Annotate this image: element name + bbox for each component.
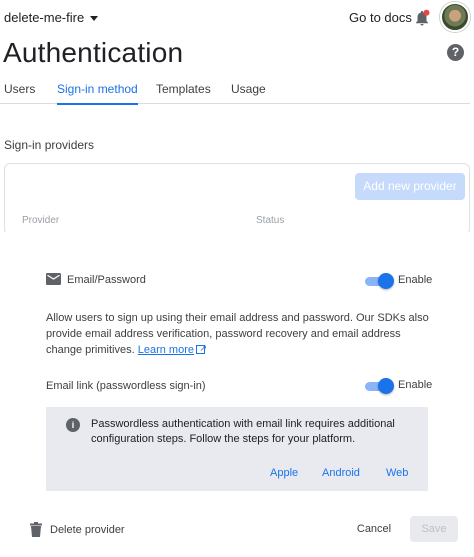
providers-card: Add new provider Provider Status xyxy=(4,163,470,235)
notification-bell-icon[interactable] xyxy=(413,9,431,27)
email-password-label: Email/Password xyxy=(67,274,146,286)
page-title: Authentication xyxy=(3,37,184,68)
tab-bar: Users Sign-in method Templates Usage xyxy=(0,82,470,105)
user-avatar[interactable] xyxy=(440,2,470,32)
column-header-provider: Provider xyxy=(22,215,60,226)
external-link-icon xyxy=(195,340,207,356)
tab-templates[interactable]: Templates xyxy=(156,82,211,104)
email-provider-panel: Email/Password Enable Allow users to sig… xyxy=(0,232,474,557)
go-to-docs-link[interactable]: Go to docs xyxy=(349,10,412,25)
mail-icon xyxy=(46,273,61,285)
sign-in-providers-heading: Sign-in providers xyxy=(4,138,95,152)
project-selector[interactable]: delete-me-fire xyxy=(4,10,99,25)
email-link-label: Email link (passwordless sign-in) xyxy=(46,380,206,392)
help-icon[interactable]: ? xyxy=(447,44,464,61)
project-name: delete-me-fire xyxy=(4,10,85,25)
email-password-enable-label: Enable xyxy=(398,274,433,286)
add-new-provider-button[interactable]: Add new provider xyxy=(355,173,465,200)
info-icon: i xyxy=(66,418,80,432)
save-button[interactable]: Save xyxy=(410,516,458,542)
description-text: Allow users to sign up using their email… xyxy=(46,312,429,356)
info-text: Passwordless authentication with email l… xyxy=(91,418,395,445)
passwordless-info-box: i Passwordless authentication with email… xyxy=(46,407,428,491)
learn-more-link[interactable]: Learn more xyxy=(137,340,207,356)
chevron-down-icon xyxy=(90,16,99,21)
email-password-description: Allow users to sign up using their email… xyxy=(46,310,436,358)
top-bar: delete-me-fire Go to docs xyxy=(0,0,474,36)
platform-link-apple[interactable]: Apple xyxy=(270,467,298,479)
trash-icon xyxy=(30,522,42,537)
toggle-knob xyxy=(378,273,394,289)
email-link-toggle[interactable] xyxy=(365,378,394,394)
tab-users[interactable]: Users xyxy=(4,82,35,104)
cancel-button[interactable]: Cancel xyxy=(348,517,400,541)
learn-more-label: Learn more xyxy=(137,344,194,356)
delete-provider-label: Delete provider xyxy=(50,523,125,536)
platform-link-android[interactable]: Android xyxy=(322,467,360,479)
column-header-status: Status xyxy=(256,215,285,226)
delete-provider-button[interactable]: Delete provider xyxy=(30,522,125,537)
platform-link-web[interactable]: Web xyxy=(386,467,408,479)
email-link-enable-label: Enable xyxy=(398,379,433,391)
tab-sign-in-method[interactable]: Sign-in method xyxy=(57,82,138,105)
tab-usage[interactable]: Usage xyxy=(231,82,266,104)
toggle-knob xyxy=(378,378,394,394)
email-password-toggle[interactable] xyxy=(365,273,394,289)
